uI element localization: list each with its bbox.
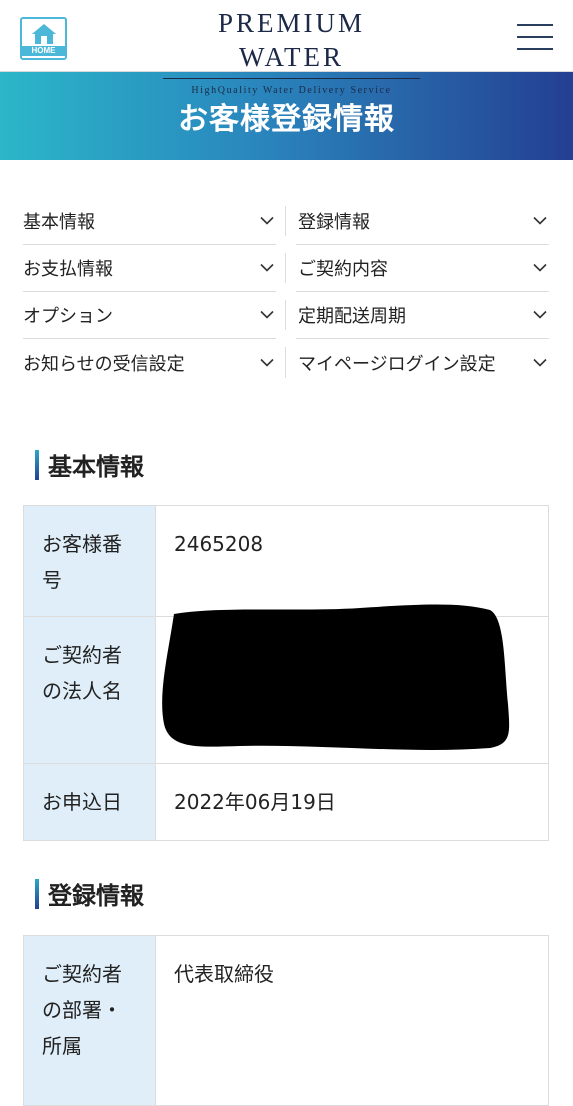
registration-info-table: ご契約者の部署・所属 代表取締役 <box>23 935 549 1106</box>
anchor-payment-info[interactable]: お支払情報 <box>23 245 276 292</box>
anchor-basic-info[interactable]: 基本情報 <box>23 198 276 245</box>
row-label: お申込日 <box>23 763 156 841</box>
anchor-notification-settings[interactable]: お知らせの受信設定 <box>23 339 276 386</box>
anchor-label: ご契約内容 <box>298 259 388 280</box>
row-label: ご契約者の法人名 <box>23 616 156 764</box>
anchor-contract-details[interactable]: ご契約内容 <box>285 245 549 292</box>
anchor-label: 登録情報 <box>298 212 370 233</box>
anchor-login-settings[interactable]: マイページログイン設定 <box>285 339 549 386</box>
anchor-label: オプション <box>23 306 113 327</box>
anchor-label: マイページログイン設定 <box>298 353 496 375</box>
home-label: HOME <box>22 46 65 56</box>
brand-logo[interactable]: PREMIUM WATER HighQuality Water Delivery… <box>163 6 420 96</box>
home-icon <box>31 24 56 44</box>
chevron-down-icon <box>260 263 274 272</box>
row-value: 代表取締役 <box>155 935 549 1106</box>
brand-subtitle: HighQuality Water Delivery Service <box>191 85 392 96</box>
chevron-down-icon <box>260 358 274 367</box>
anchor-label: 基本情報 <box>23 212 95 233</box>
page-title: お客様登録情報 <box>178 102 395 137</box>
chevron-down-icon <box>260 310 274 319</box>
chevron-down-icon <box>533 216 547 225</box>
table-row: お客様番号 2465208 <box>23 505 549 617</box>
table-row: ご契約者の部署・所属 代表取締役 <box>23 935 549 1106</box>
brand-divider <box>163 78 420 79</box>
chevron-down-icon <box>533 263 547 272</box>
row-value: 2465208 <box>155 505 549 617</box>
menu-line <box>517 36 553 38</box>
chevron-down-icon <box>533 310 547 319</box>
anchor-nav: 基本情報 登録情報 お支払情報 ご契約内容 オプション 定期配送周期 お知らせの… <box>23 198 549 386</box>
row-label: お客様番号 <box>23 505 156 617</box>
anchor-label: お知らせの受信設定 <box>23 353 185 375</box>
brand-title: PREMIUM WATER <box>217 8 366 72</box>
menu-line <box>517 24 553 26</box>
section-heading-basic-info: 基本情報 <box>35 447 144 482</box>
section-heading-registration-info: 登録情報 <box>35 876 144 911</box>
row-label: ご契約者の部署・所属 <box>23 935 156 1106</box>
menu-line <box>517 48 553 50</box>
home-button[interactable]: HOME <box>20 17 67 60</box>
section-title: 登録情報 <box>48 882 144 910</box>
site-header: HOME PREMIUM WATER HighQuality Water Del… <box>0 0 573 96</box>
chevron-down-icon <box>533 358 547 367</box>
hamburger-menu-icon[interactable] <box>517 22 553 52</box>
anchor-options[interactable]: オプション <box>23 292 276 339</box>
chevron-down-icon <box>260 216 274 225</box>
row-value: 2022年06月19日 <box>155 763 549 841</box>
anchor-delivery-cycle[interactable]: 定期配送周期 <box>285 292 549 339</box>
anchor-label: お支払情報 <box>23 259 113 280</box>
heading-accent-bar <box>35 449 39 480</box>
anchor-registration-info[interactable]: 登録情報 <box>285 198 549 245</box>
table-row: お申込日 2022年06月19日 <box>23 763 549 841</box>
redaction-mark <box>162 604 510 750</box>
heading-accent-bar <box>35 878 39 909</box>
anchor-label: 定期配送周期 <box>298 306 406 327</box>
section-title: 基本情報 <box>48 453 144 481</box>
